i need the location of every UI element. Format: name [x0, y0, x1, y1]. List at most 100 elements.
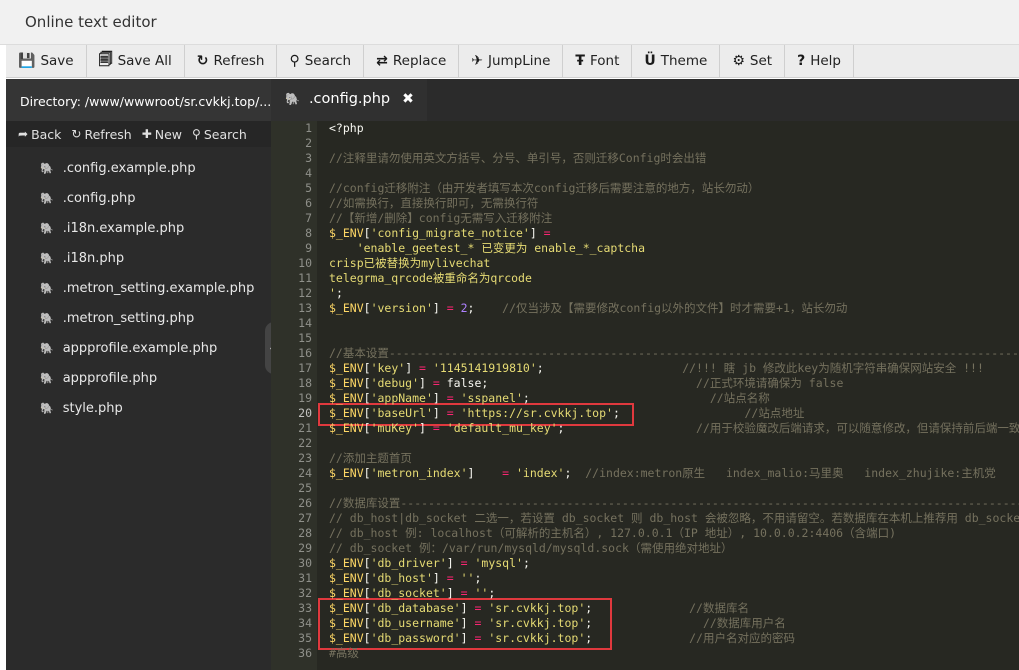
line-number: 17	[298, 361, 312, 375]
file-list-item[interactable]: 🐘 .i18n.php	[6, 243, 271, 273]
file-name: .metron_setting.example.php	[62, 280, 255, 296]
file-list-item[interactable]: 🐘 appprofile.example.php	[6, 333, 271, 363]
sidebar-action-search[interactable]: ⚲ Search	[192, 127, 247, 142]
file-list-item[interactable]: 🐘 .config.example.php	[6, 153, 271, 183]
file-name: appprofile.php	[62, 370, 158, 386]
code-line: $_ENV['metron_index'] = 'index'; //index…	[329, 466, 996, 480]
code-line: 'enable_geetest_* 已变更为 enable_*_captcha	[329, 241, 646, 255]
theme-icon: Ü	[644, 53, 656, 69]
toolbar-button-replace[interactable]: ⇄ Replace	[364, 44, 460, 78]
tab-label: .config.php	[308, 90, 391, 107]
line-number: 23	[298, 451, 312, 465]
tab-config-php[interactable]: 🐘 .config.php ✖	[271, 79, 427, 121]
file-list-item[interactable]: 🐘 appprofile.php	[6, 363, 271, 393]
code-line: $_ENV['db_username'] = 'sr.cvkkj.top'; /…	[329, 616, 786, 630]
save-icon: 💾	[18, 53, 36, 69]
window-title: Online text editor	[25, 13, 157, 31]
window-titlebar: Online text editor	[0, 0, 1019, 45]
php-elephant-icon: 🐘	[40, 341, 54, 355]
plus-icon: ✚	[141, 127, 152, 141]
file-list: 🐘 .config.example.php 🐘 .config.php 🐘 .i18n.e…	[6, 147, 271, 423]
file-name: .i18n.example.php	[62, 220, 185, 236]
php-elephant-icon: 🐘	[40, 401, 54, 415]
search-icon: ⚲	[192, 127, 201, 141]
line-number: 8	[305, 226, 312, 240]
sidebar-action-back[interactable]: ➦ Back	[18, 127, 61, 142]
php-elephant-icon: 🐘	[285, 91, 300, 106]
code-line: // db_host|db_socket 二选一，若设置 db_socket 则…	[329, 511, 1019, 525]
line-number: 29	[298, 541, 312, 555]
code-line: $_ENV['db_driver'] = 'mysql';	[329, 556, 530, 570]
toolbar-button-refresh[interactable]: ↻ Refresh	[185, 44, 278, 78]
replace-icon: ⇄	[376, 53, 388, 69]
code-line: $_ENV['db_socket'] = '';	[329, 586, 496, 600]
file-name: .i18n.php	[62, 250, 125, 266]
toolbar-button-label: Help	[810, 53, 841, 69]
file-list-item[interactable]: 🐘 .metron_setting.php	[6, 303, 271, 333]
toolbar-button-help[interactable]: ? Help	[785, 44, 854, 78]
directory-path: Directory: /www/wwwroot/sr.cvkkj.top/...	[6, 79, 271, 121]
line-number: 4	[305, 166, 312, 180]
php-elephant-icon: 🐘	[40, 161, 54, 175]
file-sidebar: Directory: /www/wwwroot/sr.cvkkj.top/...…	[6, 79, 271, 670]
toolbar-button-theme[interactable]: Ü Theme	[632, 44, 721, 78]
php-elephant-icon: 🐘	[40, 251, 54, 265]
file-name: .config.example.php	[62, 160, 196, 176]
line-number: 32	[298, 586, 312, 600]
line-number: 31	[298, 571, 312, 585]
code-line: $_ENV['version'] = 2; //仅当涉及【需要修改config以…	[329, 301, 848, 315]
line-number: 34	[298, 616, 312, 630]
line-number: 24	[298, 466, 312, 480]
code-line: $_ENV['db_host'] = '';	[329, 571, 482, 585]
line-number: 16	[298, 346, 312, 360]
line-number: 5	[305, 181, 312, 195]
file-list-item[interactable]: 🐘 style.php	[6, 393, 271, 423]
line-number: 9	[305, 241, 312, 255]
line-number: 35	[298, 631, 312, 645]
toolbar-button-jumpline[interactable]: ✈ JumpLine	[459, 44, 564, 78]
code-line: //数据库设置---------------------------------…	[329, 496, 1019, 510]
toolbar-button-label: Save All	[117, 53, 172, 69]
line-number: 11	[298, 271, 312, 285]
line-number: 7	[305, 211, 312, 225]
code-line: //如需换行，直接换行即可，无需换行符	[329, 196, 539, 210]
line-number: 36	[298, 646, 312, 660]
code-line: <?php	[329, 121, 364, 135]
close-icon[interactable]: ✖	[402, 91, 414, 107]
file-list-item[interactable]: 🐘 .metron_setting.example.php	[6, 273, 271, 303]
line-number: 20	[298, 406, 312, 420]
code-line: $_ENV['key'] = '1145141919810'; //!!! 瞎 …	[329, 361, 984, 375]
sidebar-action-new[interactable]: ✚ New	[142, 127, 182, 142]
toolbar-button-label: Search	[304, 53, 352, 69]
sidebar-action-label: Search	[203, 126, 247, 142]
toolbar-button-search[interactable]: ⚲ Search	[277, 44, 365, 78]
toolbar-button-save-all[interactable]: 🗐 Save All	[87, 44, 185, 78]
code-editor[interactable]: 1 <?php 2 3 //注释里请勿使用英文方括号、分号、单引号，否则迁移Config…	[271, 121, 1019, 670]
code-line: crisp已被替换为mylivechat	[329, 256, 491, 270]
code-line: ';	[329, 286, 343, 300]
code-line: $_ENV['db_database'] = 'sr.cvkkj.top'; /…	[329, 601, 749, 615]
toolbar-button-font[interactable]: Ŧ Font	[563, 44, 633, 78]
refresh-icon: ↻	[71, 127, 82, 141]
editor-tabbar: 🐘 .config.php ✖	[271, 79, 1019, 121]
gear-icon: ⚙	[732, 53, 745, 69]
line-number: 10	[298, 256, 312, 270]
line-number: 3	[305, 151, 312, 165]
search-icon: ⚲	[289, 53, 300, 69]
file-list-item[interactable]: 🐘 .config.php	[6, 183, 271, 213]
line-number: 27	[298, 511, 312, 525]
line-number: 12	[298, 286, 312, 300]
jumpline-icon: ✈	[471, 53, 483, 69]
code-line: // db_socket 例：/var/run/mysqld/mysqld.so…	[329, 541, 733, 555]
line-number: 28	[298, 526, 312, 540]
php-elephant-icon: 🐘	[40, 191, 54, 205]
toolbar-button-set[interactable]: ⚙ Set	[720, 44, 786, 78]
code-line: $_ENV['debug'] = false; //正式环境请确保为 false	[329, 376, 844, 390]
line-number: 15	[298, 331, 312, 345]
sidebar-action-refresh[interactable]: ↻ Refresh	[71, 127, 131, 142]
toolbar-button-label: Save	[40, 53, 74, 69]
toolbar-button-save[interactable]: 💾 Save	[6, 44, 87, 78]
file-list-item[interactable]: 🐘 .i18n.example.php	[6, 213, 271, 243]
php-elephant-icon: 🐘	[40, 281, 54, 295]
line-number: 14	[298, 316, 312, 330]
